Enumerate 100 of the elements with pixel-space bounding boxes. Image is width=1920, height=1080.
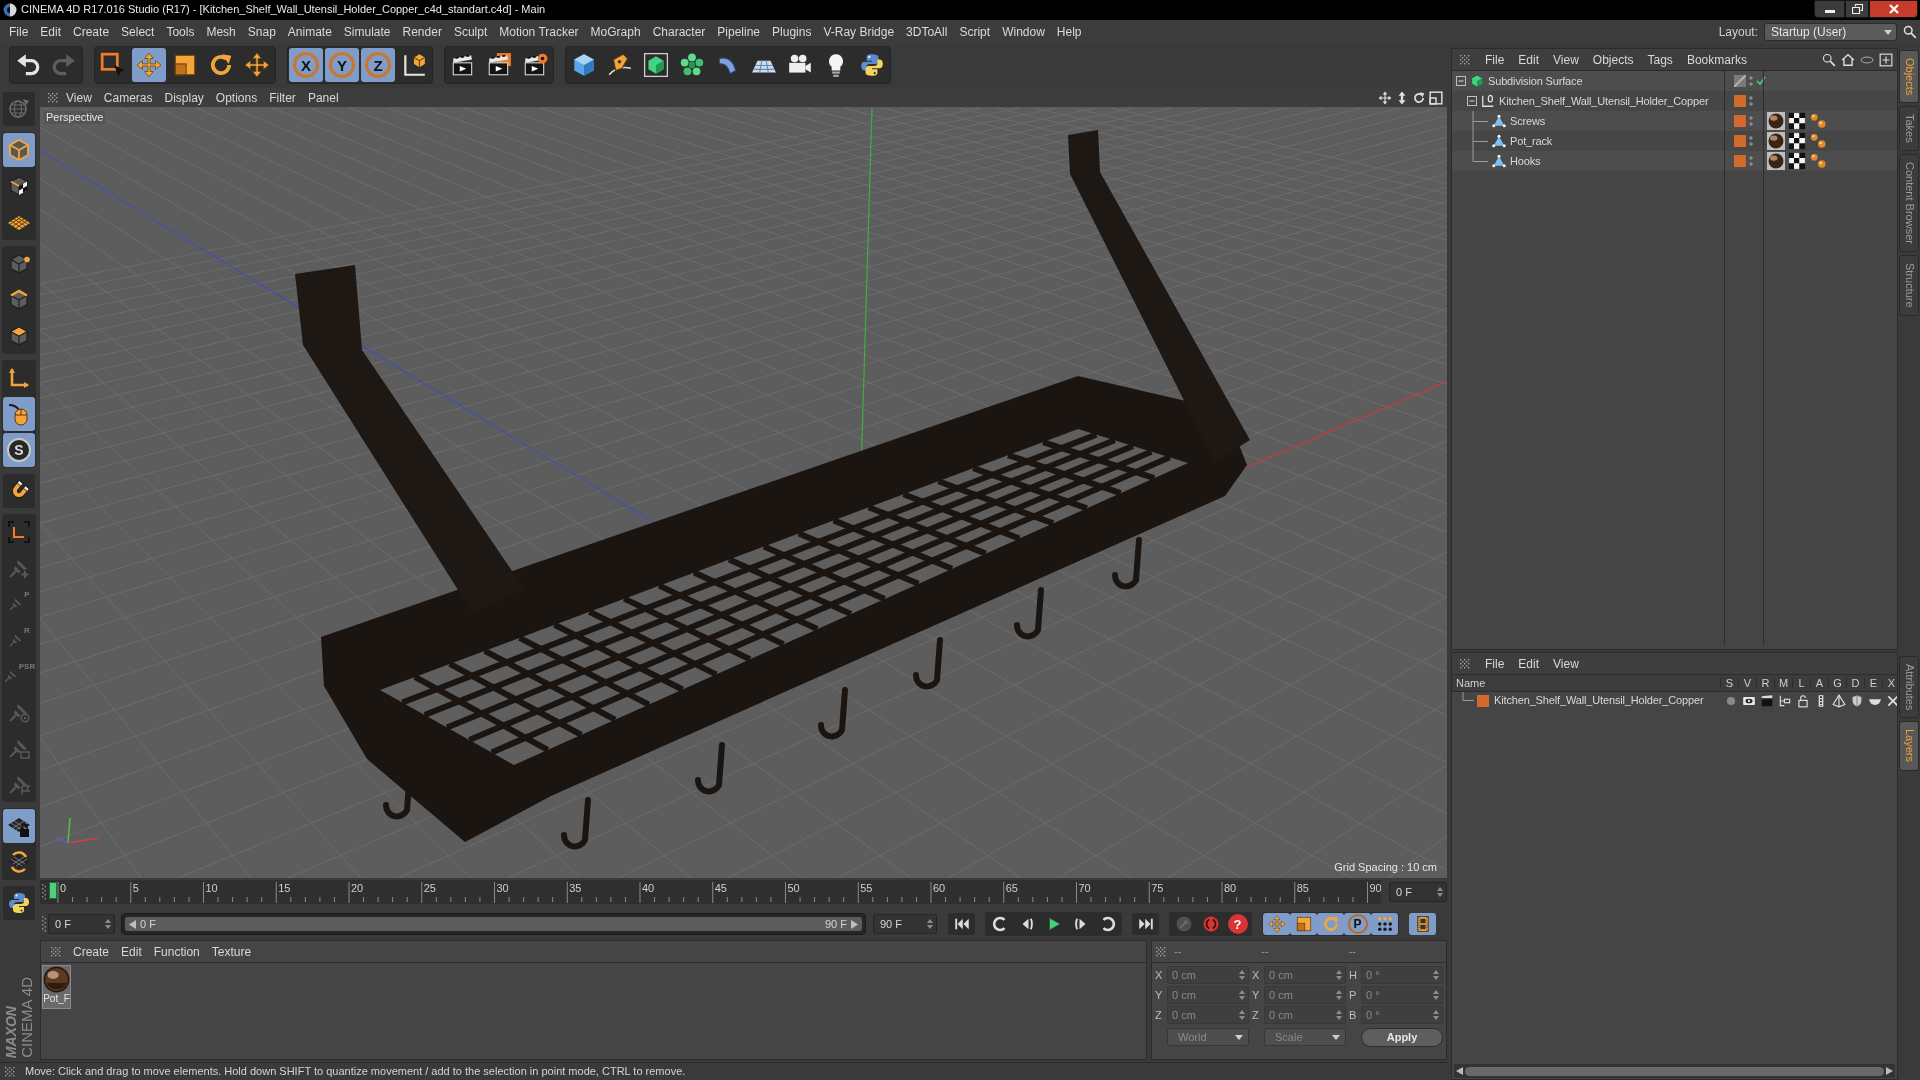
hierarchy-icon[interactable] [1778, 693, 1792, 708]
material-menu-item[interactable]: Function [153, 945, 200, 958]
menu-item[interactable]: Snap [247, 26, 276, 38]
dots-icon[interactable] [1749, 135, 1753, 147]
move-button[interactable] [132, 48, 166, 82]
plus-square-icon[interactable] [1879, 52, 1893, 67]
horizontal-scrollbar[interactable] [1454, 1064, 1895, 1078]
magnet-button[interactable] [3, 474, 35, 508]
viewport-menu-item[interactable]: Display [164, 91, 204, 104]
menu-item[interactable]: Help [1056, 26, 1082, 38]
viewport-menu-item[interactable]: Options [215, 91, 258, 104]
collapse-toggle-icon[interactable] [1456, 76, 1466, 86]
tweak-button[interactable] [3, 397, 35, 431]
object-name[interactable]: Kitchen_Shelf_Wall_Utensil_Holder_Copper [1499, 95, 1709, 107]
ball-tag-icon[interactable] [1767, 152, 1785, 170]
lock-icon[interactable] [1796, 693, 1810, 708]
object-name[interactable]: Pot_rack [1510, 135, 1553, 147]
side-tab[interactable]: Structure [1899, 255, 1919, 316]
collapse-toggle-icon[interactable] [1467, 96, 1477, 106]
close-button[interactable] [1869, 0, 1918, 18]
object-menu-item[interactable]: File [1485, 53, 1505, 66]
menu-item[interactable]: Pipeline [717, 26, 761, 38]
side-tab[interactable]: Objects [1899, 50, 1919, 104]
object-menu-item[interactable]: Objects [1592, 53, 1634, 66]
layout-dropdown[interactable]: Startup (User) [1764, 23, 1897, 41]
viewport-menu-item[interactable]: Panel [307, 91, 339, 104]
layer-menu-item[interactable]: Edit [1518, 657, 1540, 670]
menu-item[interactable]: Animate [287, 26, 332, 38]
clapperboard-icon[interactable] [1760, 693, 1774, 708]
dots-icon[interactable] [1749, 75, 1753, 87]
side-tab[interactable]: Attributes [1899, 656, 1919, 719]
x-axis-button[interactable]: X [289, 48, 323, 82]
menu-item[interactable]: Tools [166, 26, 195, 38]
menu-item[interactable]: Edit [40, 26, 62, 38]
search-icon[interactable] [1822, 52, 1836, 67]
material-menu-item[interactable]: Create [73, 945, 110, 958]
side-tab[interactable]: Takes [1899, 106, 1919, 152]
timeline-ruler[interactable]: 0 5 10 15 20 25 30 35 40 45 50 55 60 65 70 75 80 85 90 [40, 880, 1381, 904]
layer-menu-item[interactable]: File [1485, 657, 1505, 670]
menu-item[interactable]: Mesh [206, 26, 236, 38]
menu-item[interactable]: File [9, 26, 29, 38]
key-parameter-button[interactable]: P [1344, 913, 1371, 935]
grid-lock-button[interactable] [3, 809, 35, 843]
menu-item[interactable]: Create [73, 26, 110, 38]
menu-item[interactable]: Render [402, 26, 442, 38]
move-view-icon[interactable] [1378, 90, 1392, 105]
go-start-button[interactable] [948, 913, 975, 935]
layer-color-swatch[interactable] [1734, 135, 1746, 147]
key-points-button[interactable] [1371, 913, 1398, 935]
spheres-tag-icon[interactable] [1809, 152, 1827, 170]
material-swatch[interactable]: Pot_F [42, 965, 71, 1009]
menu-item[interactable]: Script [959, 26, 991, 38]
material-menu-item[interactable]: Texture [211, 945, 252, 958]
rotate-view-icon[interactable] [1412, 90, 1426, 105]
spheres-tag-icon[interactable] [1809, 112, 1827, 130]
viewport-menu-item[interactable]: View [66, 91, 92, 104]
checker-tag-icon[interactable] [1788, 112, 1806, 130]
shield-icon[interactable] [1850, 693, 1864, 708]
layer-color-swatch[interactable] [1734, 155, 1746, 167]
menu-item[interactable]: Sculpt [453, 26, 488, 38]
object-menu-item[interactable]: Tags [1647, 53, 1673, 66]
y-axis-button[interactable]: Y [325, 48, 359, 82]
menu-item[interactable]: V-Ray Bridge [823, 26, 895, 38]
menu-item[interactable]: Simulate [343, 26, 391, 38]
current-frame-field[interactable]: 0 F [1389, 882, 1447, 902]
scrollbar-thumb[interactable] [1465, 1066, 1884, 1076]
menu-item[interactable]: Plugins [772, 26, 812, 38]
object-name[interactable]: Subdivision Surface [1488, 75, 1583, 87]
timeline-button[interactable] [1409, 913, 1436, 935]
python-button[interactable] [3, 886, 35, 920]
checker-tag-icon[interactable] [1788, 132, 1806, 150]
layer-color-swatch[interactable] [1734, 95, 1746, 107]
pyramid-icon[interactable] [1832, 693, 1846, 708]
side-tab[interactable]: Content Browser [1899, 154, 1919, 252]
dots-icon[interactable] [1749, 155, 1753, 167]
z-axis-button[interactable]: Z [361, 48, 395, 82]
object-menu-item[interactable]: Bookmarks [1686, 53, 1747, 66]
material-menu-item[interactable]: Edit [121, 945, 142, 958]
dots-icon[interactable] [1749, 95, 1753, 107]
check-icon[interactable] [1756, 76, 1766, 86]
model-button[interactable] [3, 133, 35, 167]
playhead-marker[interactable] [49, 882, 57, 899]
layer-menu-item[interactable]: View [1553, 657, 1579, 670]
ball-tag-icon[interactable] [1767, 112, 1785, 130]
dots-icon[interactable] [1749, 115, 1753, 127]
layer-name[interactable]: Kitchen_Shelf_Wall_Utensil_Holder_Copper [1494, 695, 1704, 706]
ball-tag-icon[interactable] [1767, 132, 1785, 150]
object-menu-item[interactable]: Edit [1518, 53, 1540, 66]
menu-item[interactable]: Window [1002, 26, 1045, 38]
layer-color-swatch[interactable] [1477, 694, 1489, 707]
start-frame-field[interactable]: 0 F [48, 914, 115, 934]
go-end-button[interactable] [1132, 913, 1159, 935]
maximize-view-icon[interactable] [1429, 90, 1443, 105]
checker-tag-icon[interactable] [1788, 152, 1806, 170]
home-icon[interactable] [1841, 52, 1855, 67]
spheres-tag-icon[interactable] [1809, 132, 1827, 150]
object-name[interactable]: Hooks [1510, 155, 1541, 167]
cross-icon[interactable] [1886, 693, 1897, 708]
end-frame-field[interactable]: 90 F [873, 914, 937, 934]
menu-item[interactable]: Character [652, 26, 706, 38]
